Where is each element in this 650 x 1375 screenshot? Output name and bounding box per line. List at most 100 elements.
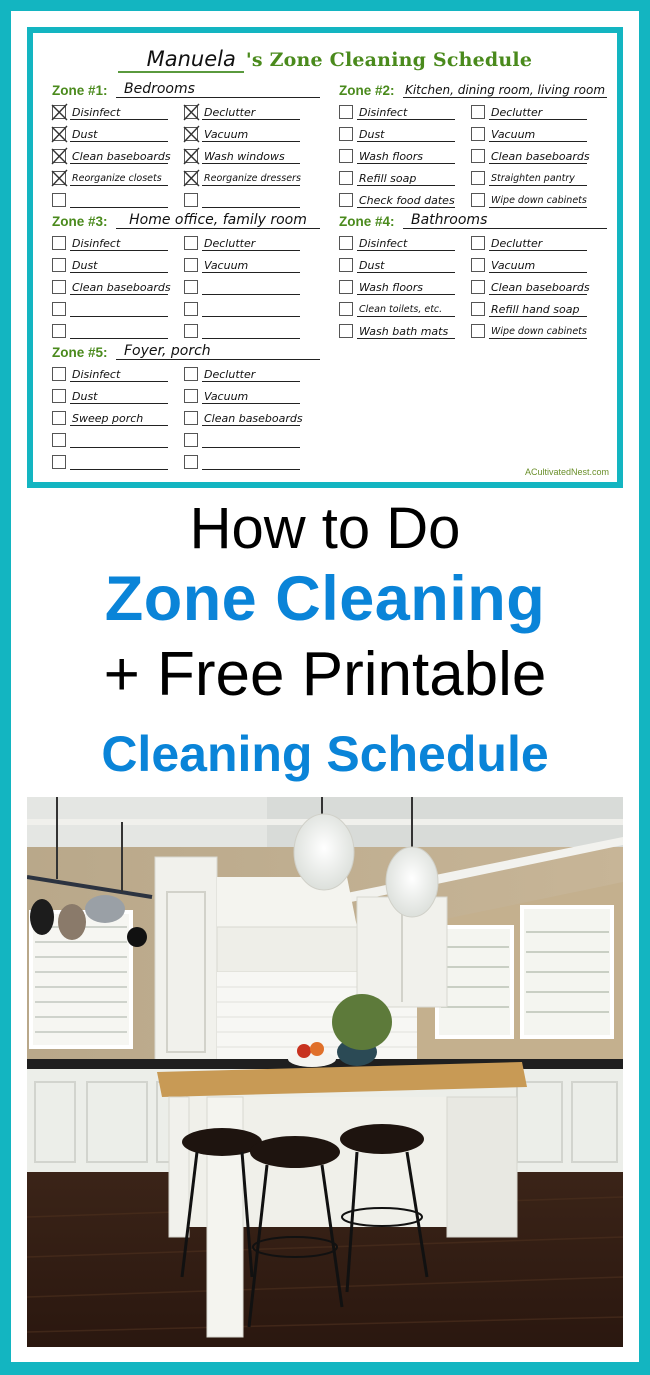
checkbox[interactable] bbox=[184, 367, 198, 381]
task-text-field[interactable] bbox=[202, 281, 300, 295]
checkbox[interactable] bbox=[471, 258, 485, 272]
checkbox[interactable] bbox=[339, 105, 353, 119]
checkbox[interactable] bbox=[339, 236, 353, 250]
checkbox[interactable] bbox=[184, 324, 198, 338]
checkbox[interactable] bbox=[52, 324, 66, 338]
task-text-field[interactable]: Clean baseboards bbox=[70, 281, 171, 295]
task-text-field[interactable]: Vacuum bbox=[489, 128, 587, 142]
checkbox[interactable] bbox=[471, 302, 485, 316]
task-text-field[interactable] bbox=[70, 194, 168, 208]
checkbox[interactable] bbox=[339, 258, 353, 272]
checkbox[interactable] bbox=[52, 455, 66, 469]
checkbox[interactable] bbox=[52, 193, 66, 207]
task-text-field[interactable]: Clean baseboards bbox=[70, 150, 171, 164]
task-text-field[interactable]: Wipe down cabinets bbox=[489, 325, 587, 339]
task-text-field[interactable]: Dust bbox=[357, 259, 455, 273]
task-text-field[interactable]: Reorganize closets bbox=[70, 172, 168, 186]
checkbox[interactable] bbox=[471, 127, 485, 141]
task-text-field[interactable]: Disinfect bbox=[70, 368, 168, 382]
checkbox[interactable] bbox=[471, 105, 485, 119]
task-text-field[interactable] bbox=[202, 456, 300, 470]
task-text-field[interactable]: Dust bbox=[70, 390, 168, 404]
checkbox[interactable] bbox=[471, 149, 485, 163]
task-text-field[interactable]: Dust bbox=[357, 128, 455, 142]
task-text-field[interactable] bbox=[202, 303, 300, 317]
task-text-field[interactable]: Clean baseboards bbox=[202, 412, 303, 426]
task-text-field[interactable]: Disinfect bbox=[70, 106, 168, 120]
task-text-field[interactable] bbox=[70, 325, 168, 339]
checkbox[interactable] bbox=[471, 193, 485, 207]
task-text-field[interactable]: Refill hand soap bbox=[489, 303, 587, 317]
checkbox[interactable] bbox=[52, 258, 66, 272]
checkbox[interactable] bbox=[339, 280, 353, 294]
task-text-field[interactable]: Vacuum bbox=[202, 259, 300, 273]
task-text-field[interactable]: Reorganize dressers bbox=[202, 172, 301, 186]
checkbox[interactable] bbox=[52, 389, 66, 403]
task-text-field[interactable]: Vacuum bbox=[202, 128, 300, 142]
checkbox[interactable] bbox=[184, 236, 198, 250]
task-text-field[interactable]: Declutter bbox=[202, 368, 300, 382]
checked-checkbox[interactable] bbox=[183, 169, 200, 187]
task-text-field[interactable]: Vacuum bbox=[202, 390, 300, 404]
task-text-field[interactable]: Declutter bbox=[489, 106, 587, 120]
checkbox[interactable] bbox=[471, 236, 485, 250]
task-text-field[interactable]: Wash bath mats bbox=[357, 325, 455, 339]
task-text-field[interactable]: Disinfect bbox=[70, 237, 168, 251]
task-text-field[interactable]: Clean toilets, etc. bbox=[357, 303, 455, 317]
checked-checkbox[interactable] bbox=[51, 125, 68, 143]
checkbox[interactable] bbox=[339, 149, 353, 163]
checkbox[interactable] bbox=[339, 193, 353, 207]
zone-name-field[interactable]: Foyer, porch bbox=[116, 344, 320, 360]
checkbox[interactable] bbox=[339, 324, 353, 338]
checked-checkbox[interactable] bbox=[183, 103, 200, 121]
checkbox[interactable] bbox=[184, 433, 198, 447]
checkbox[interactable] bbox=[52, 236, 66, 250]
checked-checkbox[interactable] bbox=[51, 169, 68, 187]
task-text-field[interactable]: Dust bbox=[70, 259, 168, 273]
task-text-field[interactable]: Declutter bbox=[202, 106, 300, 120]
task-text-field[interactable]: Straighten pantry bbox=[489, 172, 587, 186]
zone-name-field[interactable]: Bathrooms bbox=[403, 213, 607, 229]
task-text-field[interactable] bbox=[70, 456, 168, 470]
task-text-field[interactable]: Clean baseboards bbox=[489, 150, 590, 164]
checkbox[interactable] bbox=[184, 302, 198, 316]
task-text-field[interactable]: Sweep porch bbox=[70, 412, 168, 426]
task-text-field[interactable]: Wash windows bbox=[202, 150, 300, 164]
checkbox[interactable] bbox=[52, 367, 66, 381]
checkbox[interactable] bbox=[52, 433, 66, 447]
task-text-field[interactable] bbox=[202, 325, 300, 339]
task-text-field[interactable]: Refill soap bbox=[357, 172, 455, 186]
task-text-field[interactable]: Disinfect bbox=[357, 237, 455, 251]
checkbox[interactable] bbox=[184, 389, 198, 403]
task-text-field[interactable]: Vacuum bbox=[489, 259, 587, 273]
checkbox[interactable] bbox=[184, 455, 198, 469]
checked-checkbox[interactable] bbox=[51, 147, 68, 165]
zone-name-field[interactable]: Home office, family room bbox=[116, 213, 320, 229]
checkbox[interactable] bbox=[52, 302, 66, 316]
checkbox[interactable] bbox=[184, 193, 198, 207]
task-text-field[interactable]: Check food dates bbox=[357, 194, 455, 208]
task-text-field[interactable]: Disinfect bbox=[357, 106, 455, 120]
task-text-field[interactable] bbox=[202, 194, 300, 208]
task-text-field[interactable] bbox=[70, 303, 168, 317]
checkbox[interactable] bbox=[184, 258, 198, 272]
zone-name-field[interactable]: Bedrooms bbox=[116, 82, 320, 98]
task-text-field[interactable]: Dust bbox=[70, 128, 168, 142]
task-text-field[interactable]: Declutter bbox=[489, 237, 587, 251]
task-text-field[interactable] bbox=[202, 434, 300, 448]
checked-checkbox[interactable] bbox=[183, 125, 200, 143]
checked-checkbox[interactable] bbox=[183, 147, 200, 165]
task-text-field[interactable]: Wash floors bbox=[357, 150, 455, 164]
checkbox[interactable] bbox=[184, 411, 198, 425]
zone-name-field[interactable]: Kitchen, dining room, living room bbox=[403, 84, 607, 98]
task-text-field[interactable]: Wipe down cabinets bbox=[489, 194, 587, 208]
checkbox[interactable] bbox=[471, 280, 485, 294]
checkbox[interactable] bbox=[52, 411, 66, 425]
checkbox[interactable] bbox=[52, 280, 66, 294]
checkbox[interactable] bbox=[471, 171, 485, 185]
checkbox[interactable] bbox=[339, 171, 353, 185]
task-text-field[interactable]: Clean baseboards bbox=[489, 281, 590, 295]
task-text-field[interactable] bbox=[70, 434, 168, 448]
checkbox[interactable] bbox=[184, 280, 198, 294]
checkbox[interactable] bbox=[339, 127, 353, 141]
